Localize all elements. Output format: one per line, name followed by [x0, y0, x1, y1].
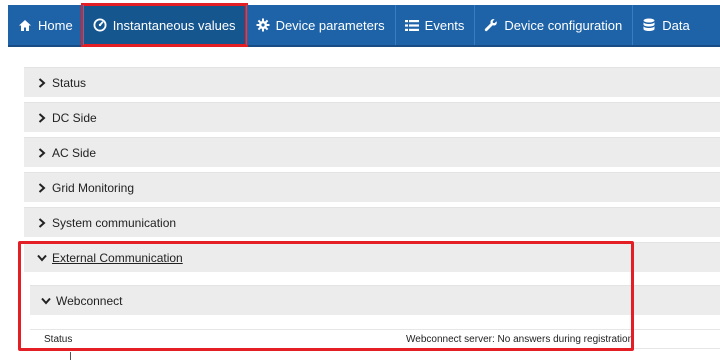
nav-data[interactable]: Data	[632, 5, 699, 45]
section-label: External Communication	[52, 250, 183, 265]
section-status[interactable]: Status	[24, 67, 720, 97]
nav-device-configuration-label: Device configuration	[504, 17, 623, 33]
nav-home-label: Home	[38, 17, 73, 33]
section-grid-monitoring[interactable]: Grid Monitoring	[24, 172, 720, 202]
nav-bar: Home Instantaneous values Device paramet…	[8, 3, 720, 47]
database-icon	[642, 18, 656, 32]
section-label: Status	[52, 75, 87, 90]
nav-events[interactable]: Events	[394, 5, 475, 45]
nav-instantaneous-values[interactable]: Instantaneous values	[80, 3, 248, 47]
subsection-webconnect[interactable]: Webconnect	[30, 285, 720, 315]
accordion: Status DC Side AC Side Grid Monitoring S…	[24, 67, 720, 349]
nav-device-parameters-label: Device parameters	[275, 17, 385, 33]
status-value: Webconnect server: No answers during reg…	[406, 333, 634, 345]
gauge-icon	[93, 18, 107, 32]
nav-home[interactable]: Home	[8, 5, 83, 45]
section-ac-side[interactable]: AC Side	[24, 137, 720, 167]
home-icon	[18, 18, 32, 32]
chevron-right-icon	[37, 112, 47, 123]
text-cursor	[70, 352, 71, 360]
list-icon	[404, 18, 419, 32]
webconnect-status-row: Status Webconnect server: No answers dur…	[30, 329, 720, 349]
chevron-down-icon	[41, 296, 51, 306]
chevron-right-icon	[37, 147, 47, 158]
section-dc-side[interactable]: DC Side	[24, 102, 720, 132]
chevron-right-icon	[37, 77, 47, 88]
section-label: Grid Monitoring	[52, 180, 135, 195]
nav-instantaneous-values-label: Instantaneous values	[112, 17, 236, 33]
section-system-communication[interactable]: System communication	[24, 207, 720, 237]
chevron-down-icon	[37, 253, 47, 263]
subsection-label: Webconnect	[56, 293, 123, 308]
section-label: AC Side	[52, 145, 97, 160]
chevron-right-icon	[37, 217, 47, 228]
top-navigation: Home Instantaneous values Device paramet…	[0, 0, 720, 50]
section-label: DC Side	[52, 110, 97, 125]
section-label: System communication	[52, 215, 177, 230]
status-key: Status	[44, 333, 73, 345]
nav-events-label: Events	[424, 17, 465, 33]
wrench-icon	[484, 18, 498, 32]
chevron-right-icon	[37, 182, 47, 193]
nav-device-parameters[interactable]: Device parameters	[245, 5, 395, 45]
nav-data-label: Data	[662, 17, 690, 33]
gear-icon	[256, 18, 270, 32]
nav-device-configuration[interactable]: Device configuration	[474, 5, 632, 45]
section-external-communication[interactable]: External Communication	[24, 242, 720, 272]
